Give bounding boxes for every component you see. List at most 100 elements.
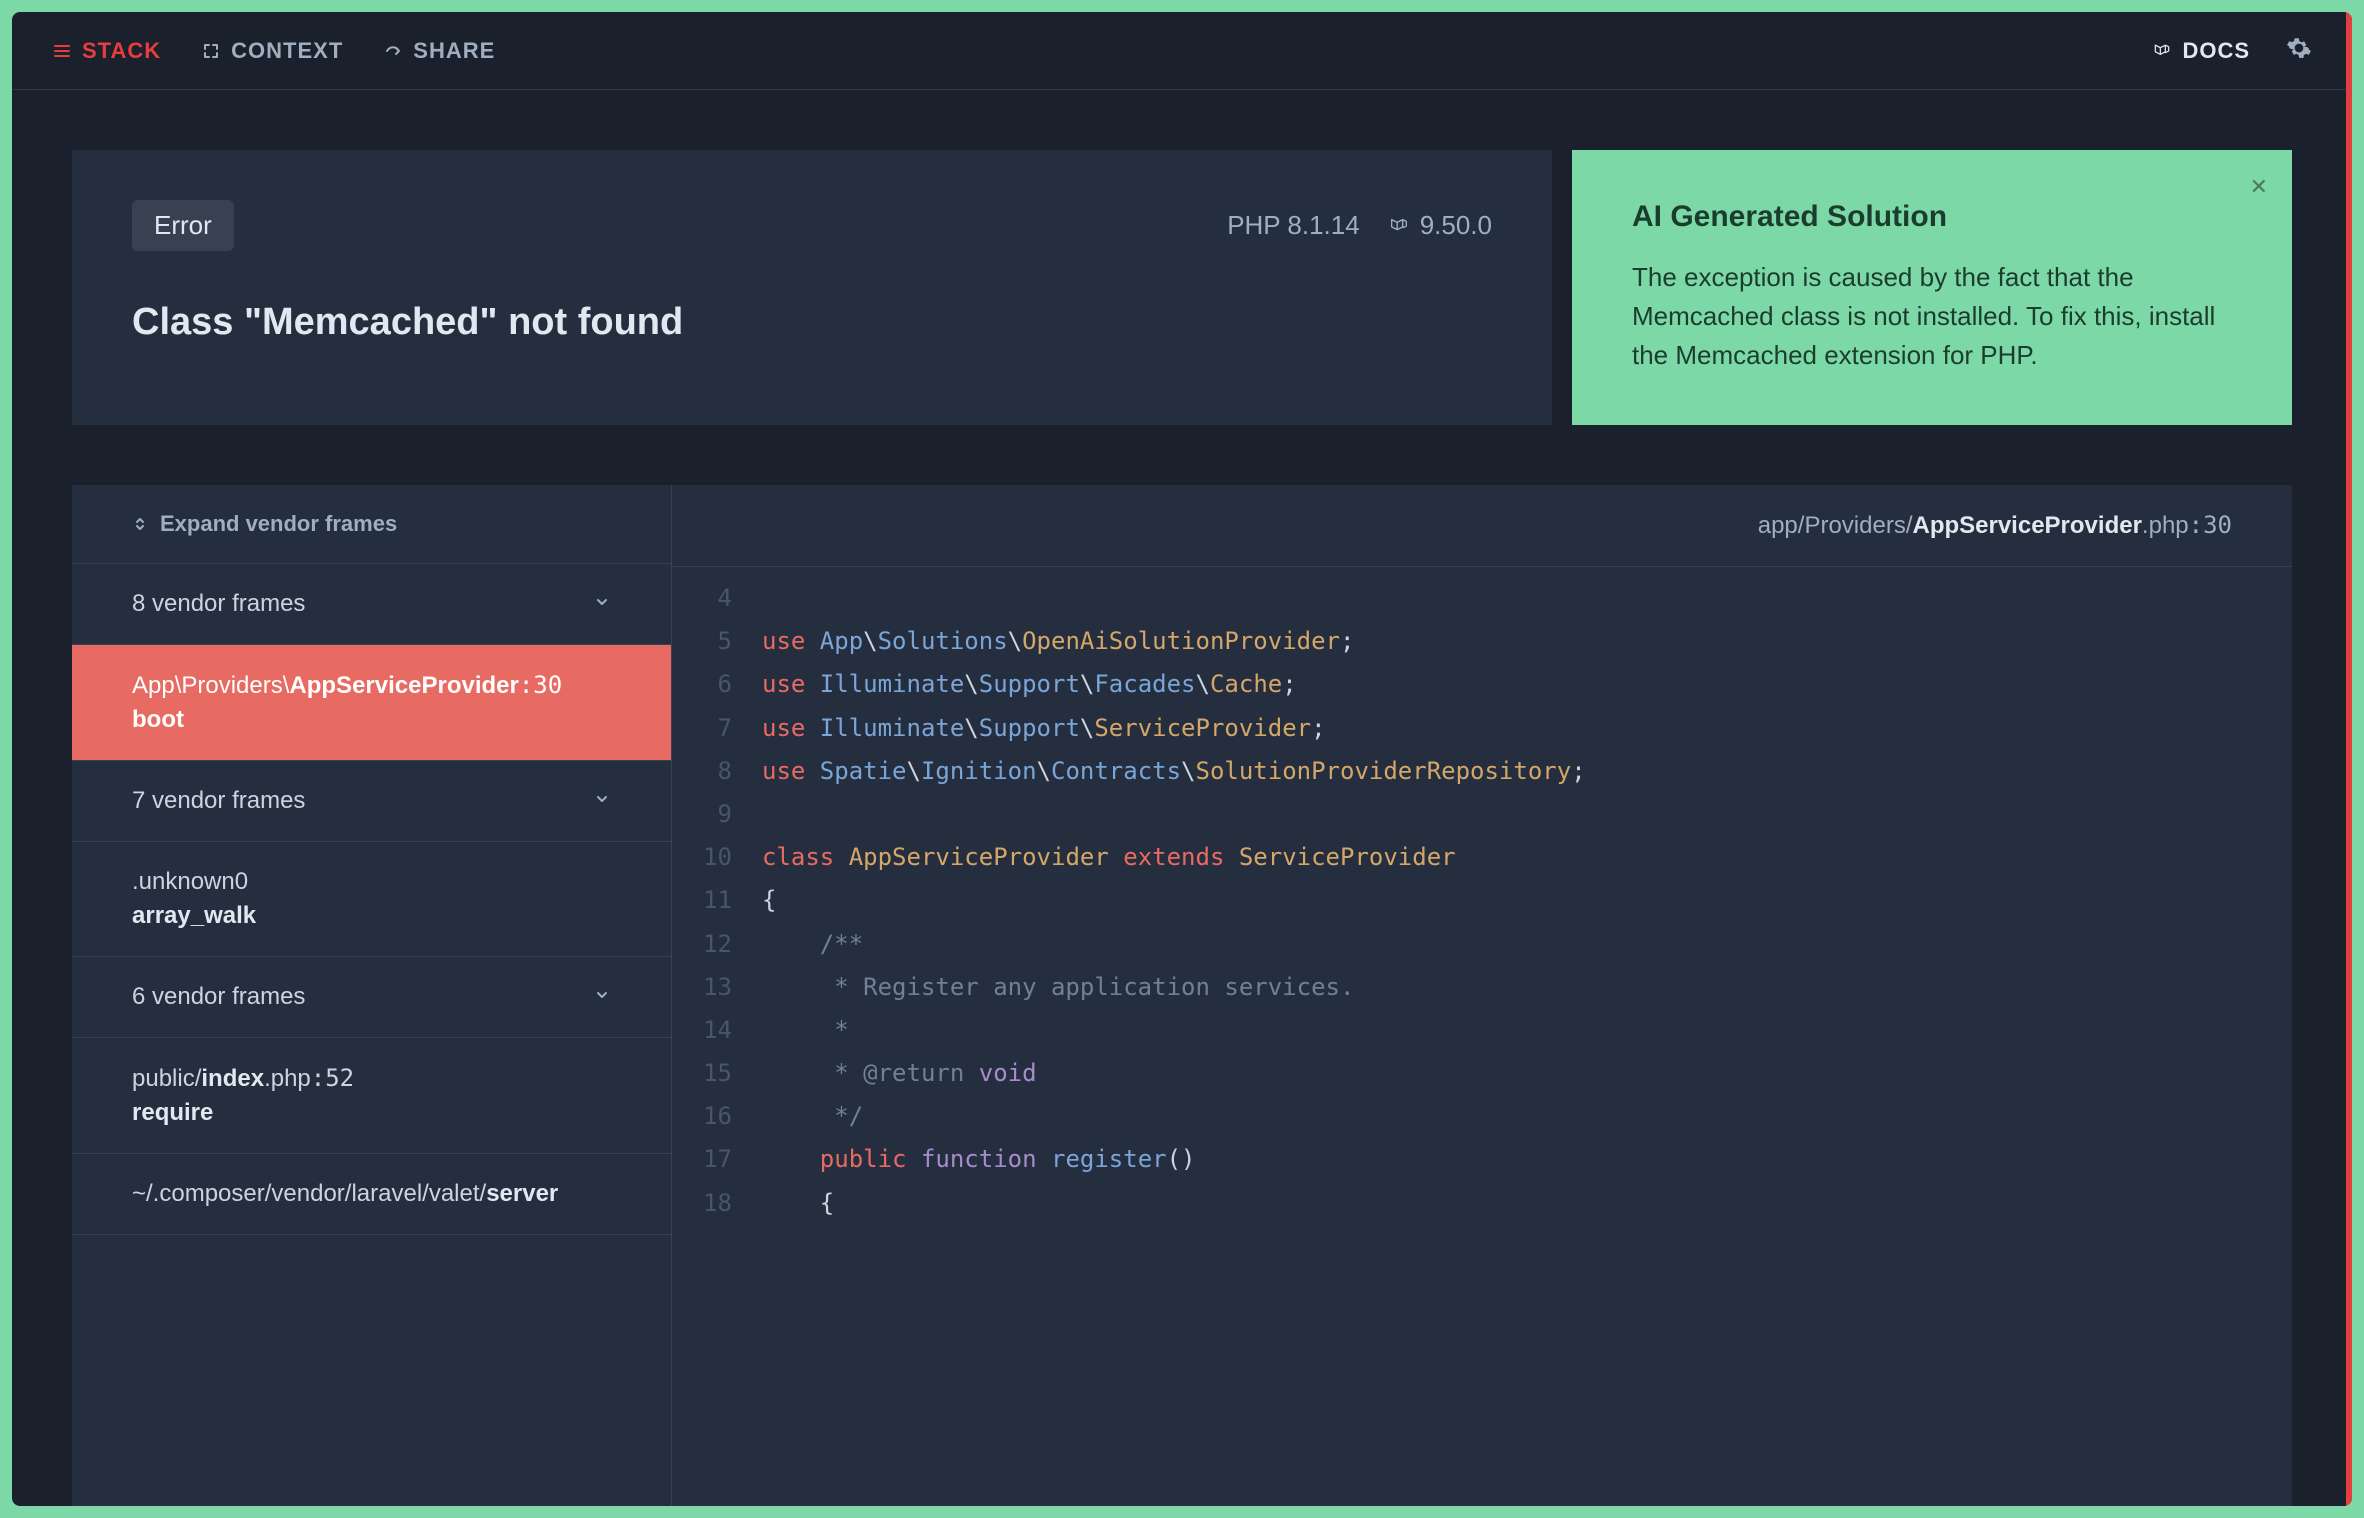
nav-context-label: CONTEXT xyxy=(231,38,343,64)
nav-share-label: SHARE xyxy=(413,38,495,64)
context-icon xyxy=(201,41,221,61)
gear-icon xyxy=(2286,35,2312,61)
line-content: use Illuminate\Support\ServiceProvider; xyxy=(762,707,2292,750)
line-number: 16 xyxy=(672,1095,762,1138)
nav-stack[interactable]: STACK xyxy=(52,38,161,64)
nav-stack-label: STACK xyxy=(82,38,161,64)
line-number: 6 xyxy=(672,663,762,706)
code-line: 15 * @return void xyxy=(672,1052,2292,1095)
expand-frames-button[interactable]: Expand vendor frames xyxy=(72,485,671,564)
chevron-down-icon xyxy=(593,983,611,1011)
frame-item[interactable]: App\Providers\AppServiceProvider:30boot xyxy=(72,645,671,761)
line-content: /** xyxy=(762,923,2292,966)
error-badge: Error xyxy=(132,200,234,251)
expand-icon xyxy=(132,516,148,532)
code-panel: app/Providers/AppServiceProvider.php:30 … xyxy=(672,485,2292,1506)
frame-group-label: 8 vendor frames xyxy=(132,590,305,617)
laravel-icon xyxy=(1388,215,1410,237)
line-number: 7 xyxy=(672,707,762,750)
frame-item[interactable]: 8 vendor frames xyxy=(72,564,671,645)
frame-item[interactable]: .unknown0 array_walk xyxy=(72,842,671,957)
php-version: PHP 8.1.14 xyxy=(1227,210,1360,241)
code-file-suffix: .php xyxy=(2142,512,2189,539)
line-content: use Illuminate\Support\Facades\Cache; xyxy=(762,663,2292,706)
line-number: 4 xyxy=(672,577,762,620)
line-number: 9 xyxy=(672,793,762,836)
docs-link[interactable]: DOCS xyxy=(2152,38,2250,64)
line-content: * @return void xyxy=(762,1052,2292,1095)
solution-close-button[interactable]: ✕ xyxy=(2250,174,2268,200)
frames-list: 8 vendor frames App\Providers\AppServiceP… xyxy=(72,564,671,1235)
frame-item[interactable]: 7 vendor frames xyxy=(72,761,671,842)
code-line: 6use Illuminate\Support\Facades\Cache; xyxy=(672,663,2292,706)
frame-item[interactable]: public/index.php:52 require xyxy=(72,1038,671,1154)
code-line: 17 public function register() xyxy=(672,1138,2292,1181)
laravel-icon xyxy=(2152,41,2172,61)
code-file-name: AppServiceProvider xyxy=(1912,512,2141,539)
docs-label: DOCS xyxy=(2182,38,2250,64)
code-line-number: :30 xyxy=(2189,511,2232,539)
line-content: */ xyxy=(762,1095,2292,1138)
line-content: { xyxy=(762,1182,2292,1225)
frame-group-label: 7 vendor frames xyxy=(132,787,305,814)
frame-path: public/index.php:52 xyxy=(132,1064,611,1093)
code-file-path: app/Providers/AppServiceProvider.php:30 xyxy=(672,485,2292,567)
line-content: * xyxy=(762,1009,2292,1052)
code-path-prefix: app/Providers/ xyxy=(1758,512,1913,539)
nav-context[interactable]: CONTEXT xyxy=(201,38,343,64)
code-line: 5use App\Solutions\OpenAiSolutionProvide… xyxy=(672,620,2292,663)
line-number: 12 xyxy=(672,923,762,966)
frame-item[interactable]: ~/.composer/vendor/laravel/valet/server xyxy=(72,1154,671,1235)
solution-text: The exception is caused by the fact that… xyxy=(1632,258,2232,375)
frame-path: App\Providers\AppServiceProvider:30 xyxy=(132,671,611,700)
share-icon xyxy=(383,41,403,61)
frame-method: require xyxy=(132,1099,611,1127)
settings-button[interactable] xyxy=(2286,35,2312,66)
error-panel: Error PHP 8.1.14 9.50.0 Class "Memcached… xyxy=(72,150,1552,425)
line-content: * Register any application services. xyxy=(762,966,2292,1009)
frame-path: ~/.composer/vendor/laravel/valet/server xyxy=(132,1180,611,1208)
line-number: 11 xyxy=(672,879,762,922)
topbar-nav: STACK CONTEXT SHARE xyxy=(52,38,495,64)
expand-frames-label: Expand vendor frames xyxy=(160,511,397,537)
line-number: 15 xyxy=(672,1052,762,1095)
line-content xyxy=(762,793,2292,836)
frame-method: array_walk xyxy=(132,902,611,930)
code-line: 12 /** xyxy=(672,923,2292,966)
code-body[interactable]: 45use App\Solutions\OpenAiSolutionProvid… xyxy=(672,567,2292,1506)
laravel-version: 9.50.0 xyxy=(1420,210,1492,241)
line-content: { xyxy=(762,879,2292,922)
code-line: 4 xyxy=(672,577,2292,620)
stack-icon xyxy=(52,41,72,61)
version-info: PHP 8.1.14 9.50.0 xyxy=(1227,210,1492,241)
error-window: STACK CONTEXT SHARE DOCS xyxy=(12,12,2352,1506)
line-number: 5 xyxy=(672,620,762,663)
code-line: 10class AppServiceProvider extends Servi… xyxy=(672,836,2292,879)
code-line: 8use Spatie\Ignition\Contracts\SolutionP… xyxy=(672,750,2292,793)
code-section: Expand vendor frames 8 vendor frames App\… xyxy=(72,485,2292,1506)
header-row: Error PHP 8.1.14 9.50.0 Class "Memcached… xyxy=(72,150,2292,425)
topbar: STACK CONTEXT SHARE DOCS xyxy=(12,12,2352,90)
error-top: Error PHP 8.1.14 9.50.0 xyxy=(132,200,1492,251)
code-line: 13 * Register any application services. xyxy=(672,966,2292,1009)
frame-item[interactable]: 6 vendor frames xyxy=(72,957,671,1038)
laravel-version-wrapper: 9.50.0 xyxy=(1388,210,1492,241)
line-content: use Spatie\Ignition\Contracts\SolutionPr… xyxy=(762,750,2292,793)
line-content: public function register() xyxy=(762,1138,2292,1181)
line-content xyxy=(762,577,2292,620)
line-number: 13 xyxy=(672,966,762,1009)
frames-panel: Expand vendor frames 8 vendor frames App\… xyxy=(72,485,672,1506)
line-number: 14 xyxy=(672,1009,762,1052)
chevron-down-icon xyxy=(593,590,611,618)
frame-path: .unknown0 xyxy=(132,868,611,896)
code-line: 11{ xyxy=(672,879,2292,922)
main-container: Error PHP 8.1.14 9.50.0 Class "Memcached… xyxy=(12,90,2352,1506)
frame-group-label: 6 vendor frames xyxy=(132,983,305,1010)
line-number: 8 xyxy=(672,750,762,793)
topbar-right: DOCS xyxy=(2152,35,2312,66)
code-line: 16 */ xyxy=(672,1095,2292,1138)
code-line: 14 * xyxy=(672,1009,2292,1052)
line-number: 18 xyxy=(672,1182,762,1225)
error-message: Class "Memcached" not found xyxy=(132,301,1492,344)
nav-share[interactable]: SHARE xyxy=(383,38,495,64)
